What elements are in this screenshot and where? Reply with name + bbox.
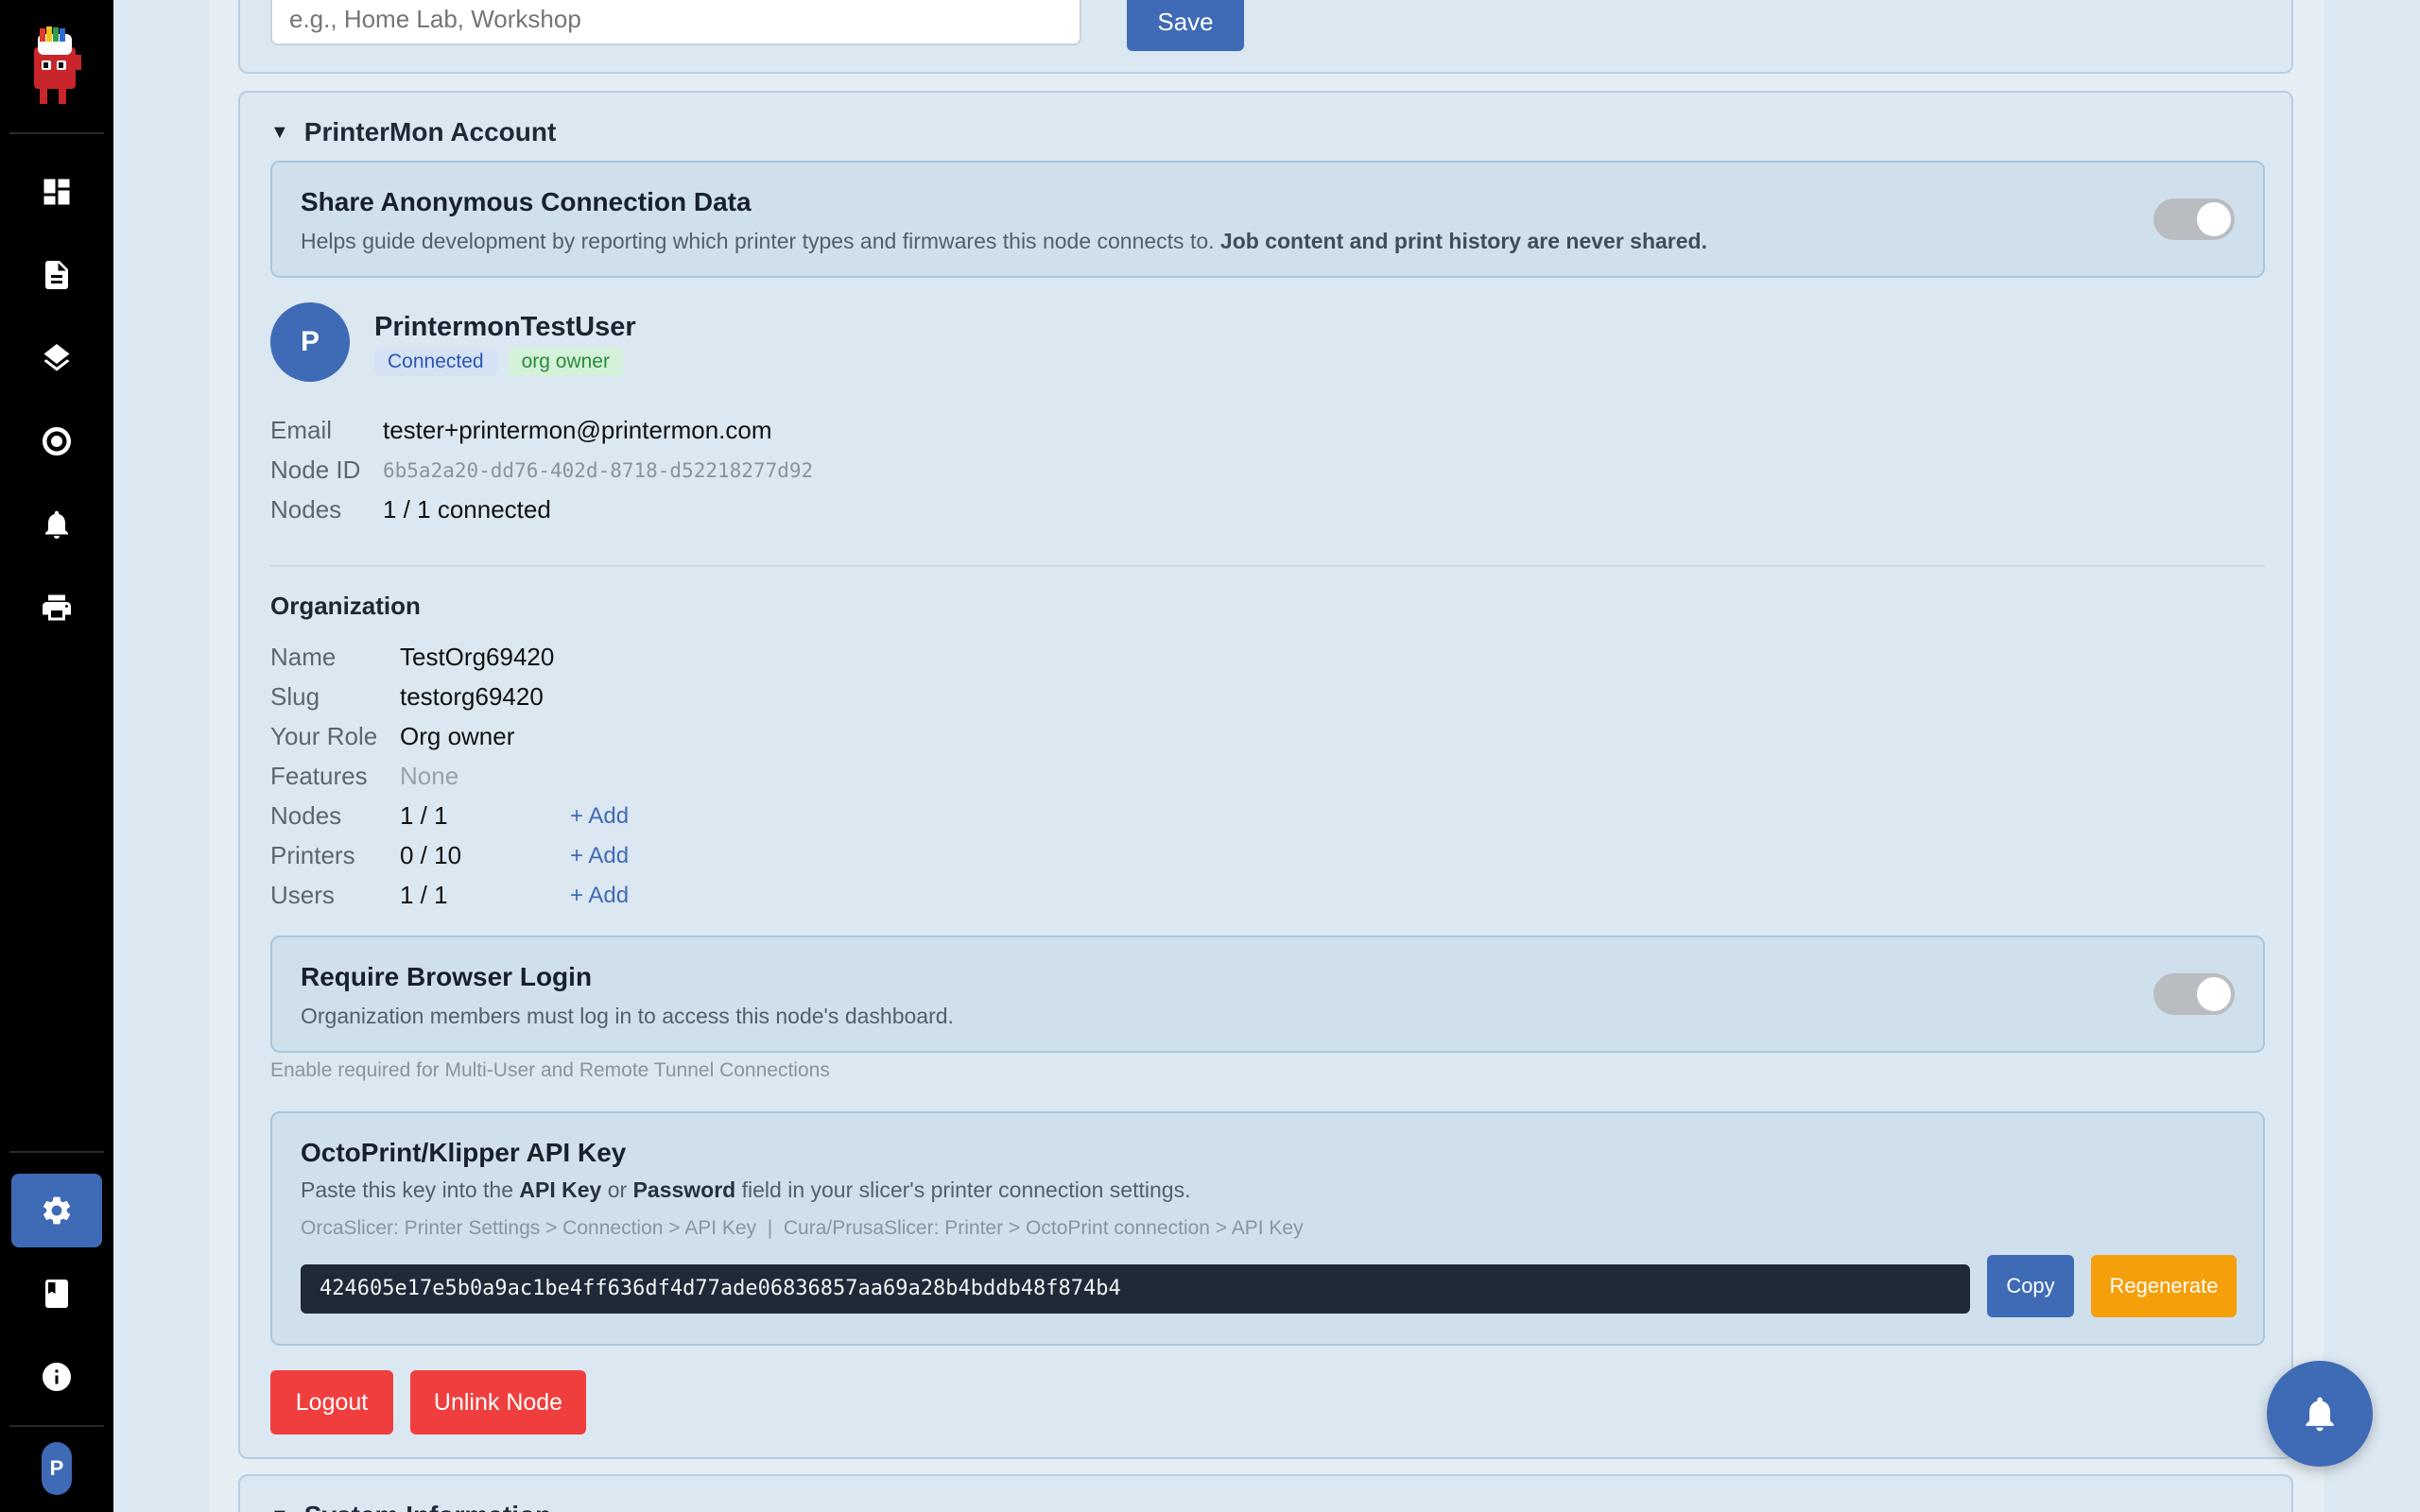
org-row-users: Users 1 / 1 + Add xyxy=(270,881,629,910)
org-value: 1 / 1 xyxy=(400,881,448,909)
nav-target[interactable] xyxy=(11,404,102,478)
system-section-header[interactable]: ▼ System Information xyxy=(270,1501,551,1512)
layers-icon xyxy=(43,344,70,371)
app-logo[interactable] xyxy=(21,26,93,112)
sidebar-divider xyxy=(9,1151,104,1153)
email-value: tester+printermon@printermon.com xyxy=(383,416,772,444)
user-name: PrintermonTestUser xyxy=(374,312,636,342)
org-row-name: Name TestOrg69420 xyxy=(270,643,570,672)
collapse-triangle-icon: ▼ xyxy=(270,1505,289,1512)
logout-button[interactable]: Logout xyxy=(270,1370,393,1435)
org-row-nodes: Nodes 1 / 1 + Add xyxy=(270,801,629,831)
bell-icon xyxy=(2306,1397,2334,1432)
section-divider xyxy=(270,565,2265,567)
org-key: Printers xyxy=(270,841,355,869)
book-icon xyxy=(45,1280,68,1308)
nav-files[interactable] xyxy=(11,238,102,312)
system-section-title: System Information xyxy=(304,1501,551,1512)
org-row-features: Features None xyxy=(270,762,570,791)
dashboard-icon xyxy=(43,179,70,205)
nav-docs[interactable] xyxy=(11,1257,102,1331)
org-row-slug: Slug testorg69420 xyxy=(270,682,570,712)
sidebar: P xyxy=(0,0,113,1512)
account-section-title: PrinterMon Account xyxy=(303,117,557,146)
nav-layers[interactable] xyxy=(11,321,102,395)
add-printers-link[interactable]: + Add xyxy=(570,841,629,870)
account-section-header[interactable]: ▼ PrinterMon Account xyxy=(270,117,556,147)
org-value: None xyxy=(400,762,459,790)
share-data-description: Helps guide development by reporting whi… xyxy=(301,229,1707,253)
nav-notifications[interactable] xyxy=(11,488,102,561)
node-id-value: 6b5a2a20-dd76-402d-8718-d52218277d92 xyxy=(383,459,814,482)
node-location-input[interactable] xyxy=(270,0,1081,45)
share-data-toggle[interactable] xyxy=(2153,198,2235,240)
share-data-panel: Share Anonymous Connection Data Helps gu… xyxy=(270,161,2265,278)
api-key-instructions: OrcaSlicer: Printer Settings > Connectio… xyxy=(301,1217,1304,1239)
browser-login-title: Require Browser Login xyxy=(301,962,593,991)
browser-login-panel: Require Browser Login Organization membe… xyxy=(270,936,2265,1053)
sidebar-divider xyxy=(9,1425,104,1427)
user-avatar: P xyxy=(270,302,350,382)
org-value: TestOrg69420 xyxy=(400,643,555,671)
user-badges: Connected org owner xyxy=(374,348,623,376)
node-name-card: Save xyxy=(238,0,2293,74)
notifications-fab[interactable] xyxy=(2267,1361,2373,1467)
api-key-title: OctoPrint/Klipper API Key xyxy=(301,1138,627,1167)
add-nodes-link[interactable]: + Add xyxy=(570,801,629,831)
nav-printers[interactable] xyxy=(11,571,102,644)
org-key: Features xyxy=(270,762,368,790)
nodes-value: 1 / 1 connected xyxy=(383,495,551,524)
copy-button[interactable]: Copy xyxy=(1987,1255,2074,1317)
collapse-triangle-icon: ▼ xyxy=(270,121,289,143)
system-info-card: ▼ System Information xyxy=(238,1474,2293,1512)
unlink-node-button[interactable]: Unlink Node xyxy=(410,1370,586,1435)
browser-login-hint: Enable required for Multi-User and Remot… xyxy=(270,1059,830,1081)
org-key: Slug xyxy=(270,682,320,711)
org-value: Org owner xyxy=(400,722,515,750)
gear-icon xyxy=(43,1196,71,1225)
org-row-printers: Printers 0 / 10 + Add xyxy=(270,841,629,870)
account-card: ▼ PrinterMon Account Share Anonymous Con… xyxy=(238,91,2293,1459)
regenerate-button[interactable]: Regenerate xyxy=(2091,1255,2237,1317)
org-value: 1 / 1 xyxy=(400,801,448,830)
target-icon xyxy=(43,427,71,455)
add-users-link[interactable]: + Add xyxy=(570,881,629,910)
browser-login-description: Organization members must log in to acce… xyxy=(301,1004,954,1028)
org-key: Name xyxy=(270,643,337,671)
email-row: Email tester+printermon@printermon.com xyxy=(270,416,772,445)
role-badge: org owner xyxy=(508,348,623,376)
nav-settings[interactable] xyxy=(11,1174,102,1247)
nav-info[interactable] xyxy=(11,1340,102,1414)
api-key-field[interactable]: 424605e17e5b0a9ac1be4ff636df4d77ade06836… xyxy=(301,1264,1970,1314)
connected-badge: Connected xyxy=(374,348,497,376)
sidebar-divider xyxy=(9,132,104,134)
nodes-row: Nodes 1 / 1 connected xyxy=(270,495,551,524)
nav-dashboard[interactable] xyxy=(11,155,102,229)
printer-icon xyxy=(43,594,71,621)
api-key-description: Paste this key into the API Key or Passw… xyxy=(301,1177,1191,1202)
api-key-panel: OctoPrint/Klipper API Key Paste this key… xyxy=(270,1111,2265,1346)
file-icon xyxy=(45,261,68,289)
org-key: Users xyxy=(270,881,335,909)
org-value: testorg69420 xyxy=(400,682,544,711)
nodes-label: Nodes xyxy=(270,495,342,524)
browser-login-toggle[interactable] xyxy=(2153,973,2235,1015)
org-value: 0 / 10 xyxy=(400,841,462,869)
org-row-role: Your Role Org owner xyxy=(270,722,570,751)
org-key: Nodes xyxy=(270,801,342,830)
bell-icon xyxy=(45,510,68,539)
save-button[interactable]: Save xyxy=(1127,0,1244,51)
organization-title: Organization xyxy=(270,592,421,620)
settings-page: Save ▼ PrinterMon Account Share Anonymou… xyxy=(210,0,2324,1512)
node-id-label: Node ID xyxy=(270,455,361,484)
info-icon xyxy=(43,1363,71,1391)
org-key: Your Role xyxy=(270,722,378,750)
share-data-title: Share Anonymous Connection Data xyxy=(301,187,752,216)
node-id-row: Node ID 6b5a2a20-dd76-402d-8718-d5221827… xyxy=(270,455,813,485)
user-avatar-small[interactable]: P xyxy=(42,1442,72,1495)
email-label: Email xyxy=(270,416,333,444)
